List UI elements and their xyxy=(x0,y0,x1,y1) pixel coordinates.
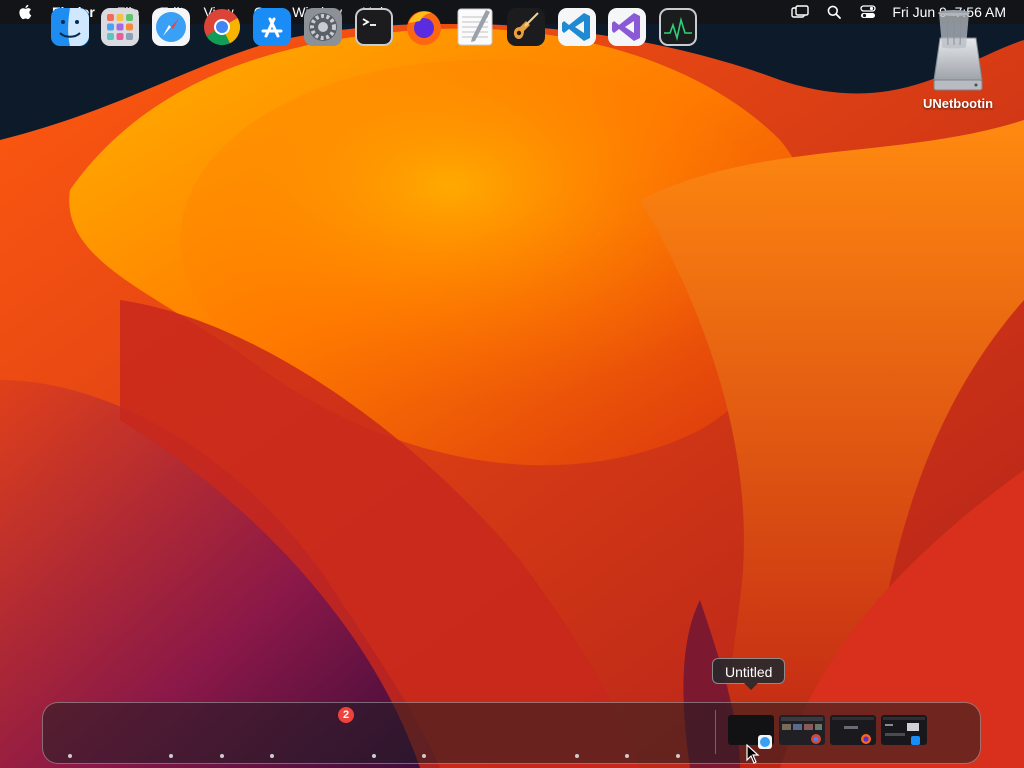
desktop-wallpaper xyxy=(0,0,1024,768)
trash-icon[interactable] xyxy=(934,7,974,51)
running-indicator-safari xyxy=(169,754,173,758)
running-indicator-finder xyxy=(68,754,72,758)
app-store-icon[interactable] xyxy=(252,7,292,51)
dock-tooltip: Untitled xyxy=(712,658,786,684)
running-indicator-vscode xyxy=(575,754,579,758)
safari-window-thumbnail[interactable] xyxy=(728,715,774,749)
chrome-window-thumbnail[interactable] xyxy=(779,715,825,745)
activity-monitor-icon[interactable] xyxy=(658,7,698,51)
running-indicator-firefox xyxy=(422,754,426,758)
system-settings-icon[interactable] xyxy=(303,7,343,51)
running-indicator-terminal xyxy=(372,754,376,758)
firefox-icon[interactable] xyxy=(404,7,444,51)
running-indicator-visual-studio xyxy=(625,754,629,758)
visual-studio-icon[interactable] xyxy=(607,7,647,51)
vscode-icon[interactable] xyxy=(557,7,597,51)
running-indicator-activity-monitor xyxy=(676,754,680,758)
chrome-thumbnail-content xyxy=(781,717,823,744)
safari-badge-icon xyxy=(758,735,772,749)
terminal-icon[interactable] xyxy=(354,7,394,51)
settings-badge: 2 xyxy=(338,707,354,723)
textedit-icon[interactable] xyxy=(455,7,495,51)
running-indicator-app-store xyxy=(270,754,274,758)
screen-mirroring-icon[interactable] xyxy=(790,3,810,21)
firefox-window-thumbnail[interactable] xyxy=(830,715,876,745)
control-center-icon[interactable] xyxy=(858,3,878,21)
dock-separator xyxy=(715,710,716,754)
search-icon[interactable] xyxy=(824,3,844,21)
launchpad-icon[interactable] xyxy=(100,7,140,51)
mouse-cursor-icon xyxy=(746,744,760,764)
app-store-window-thumbnail[interactable] xyxy=(881,715,927,745)
safari-icon[interactable] xyxy=(151,7,191,51)
chrome-icon[interactable] xyxy=(202,7,242,51)
firefox-thumbnail-content xyxy=(832,717,874,744)
app-store-thumbnail-content xyxy=(883,717,925,745)
drive-label: UNetbootin xyxy=(922,96,994,111)
tooltip-arrow xyxy=(744,683,758,690)
apple-logo-icon[interactable] xyxy=(18,3,34,21)
running-indicator-chrome xyxy=(220,754,224,758)
finder-icon[interactable] xyxy=(50,7,90,51)
garageband-icon[interactable] xyxy=(506,7,546,51)
